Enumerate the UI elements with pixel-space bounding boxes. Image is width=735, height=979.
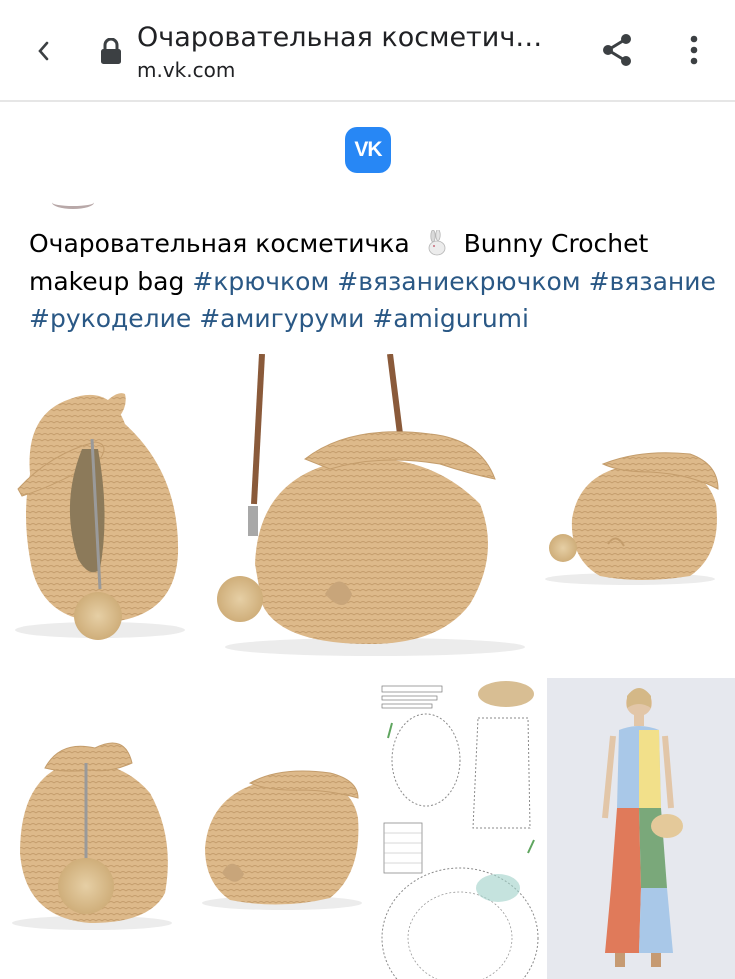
hashtag-link[interactable]: #вязание xyxy=(589,267,716,296)
rabbit-emoji-icon xyxy=(428,230,446,256)
avatar[interactable] xyxy=(52,196,94,209)
post-title: Очаровательная косметичка xyxy=(29,229,410,258)
vk-logo-text: VK xyxy=(354,138,382,161)
post-text: Очаровательная косметичка Bunny Crochet … xyxy=(29,225,719,338)
crochet-chart-image xyxy=(378,678,543,979)
model-photo-image xyxy=(547,678,735,979)
bunny-bag-image xyxy=(12,742,362,930)
back-button[interactable] xyxy=(28,33,58,69)
page-url[interactable]: m.vk.com xyxy=(137,56,235,84)
bunny-bag-image xyxy=(15,354,719,656)
hashtag-link[interactable]: #amigurumi xyxy=(372,304,529,333)
post-photo[interactable] xyxy=(378,678,543,979)
hashtag-link[interactable]: #вязаниекрючком xyxy=(337,267,580,296)
post-photo[interactable] xyxy=(0,354,735,674)
hashtag-link[interactable]: #крючком xyxy=(192,267,329,296)
share-icon xyxy=(603,34,631,66)
more-options-button[interactable] xyxy=(678,30,710,70)
page-title[interactable]: Очаровательная косметич… xyxy=(137,18,567,58)
lock-icon xyxy=(101,38,121,64)
more-vertical-icon xyxy=(690,35,698,65)
share-button[interactable] xyxy=(598,30,638,70)
vk-logo[interactable]: VK xyxy=(345,127,391,173)
post-photo[interactable] xyxy=(0,678,374,979)
browser-toolbar: Очаровательная косметич… m.vk.com xyxy=(0,0,735,102)
chevron-left-icon xyxy=(38,41,49,61)
hashtag-link[interactable]: #рукоделие xyxy=(29,304,191,333)
post-photo[interactable] xyxy=(547,678,735,979)
hashtag-link[interactable]: #амигуруми xyxy=(199,304,364,333)
